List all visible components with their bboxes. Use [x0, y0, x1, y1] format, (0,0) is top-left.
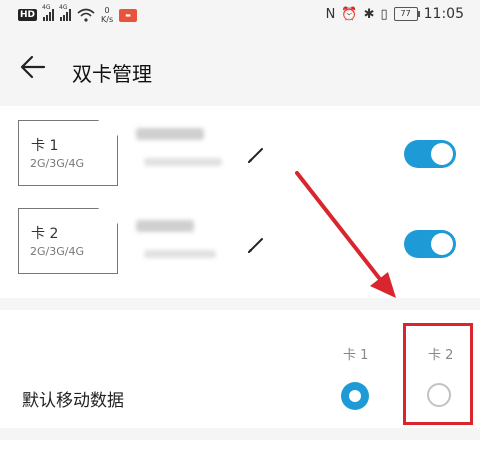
sim-network-types: 2G/3G/4G: [30, 245, 84, 258]
sim-1-toggle[interactable]: [404, 140, 456, 168]
wifi-icon: [77, 8, 95, 22]
signal-icon: 4G: [42, 4, 55, 21]
signal-icon-2: 4G: [59, 4, 72, 21]
radio-sim1-selected[interactable]: [341, 382, 369, 410]
sim-carrier-name-redacted: [136, 220, 194, 232]
sim-row-1: 卡 1 2G/3G/4G: [0, 106, 480, 202]
next-section: [0, 440, 480, 459]
sim-card-icon[interactable]: 卡 2 2G/3G/4G: [18, 208, 118, 274]
sim-name: 卡 2: [31, 226, 59, 242]
default-mobile-data-label: 默认移动数据: [22, 391, 124, 411]
annotation-highlight-box: [403, 323, 473, 425]
sim-number-redacted: [144, 158, 222, 166]
bluetooth-icon: ✱: [363, 6, 375, 22]
default-mobile-data-section: 卡 1 卡 2 默认移动数据: [0, 310, 480, 428]
sim-number-redacted: [144, 250, 216, 258]
app-notification-icon: ▬: [119, 8, 138, 22]
page-title: 双卡管理: [72, 62, 152, 86]
status-bar: HD 4G 4G 0 K/s ▬ N ⏰ ✱ ▯ 77 11:05: [0, 0, 480, 34]
sim-carrier-name-redacted: [136, 128, 204, 140]
back-arrow-icon[interactable]: [18, 52, 48, 82]
header: 双卡管理: [0, 34, 480, 106]
hd-badge: HD: [18, 9, 38, 21]
alarm-icon: ⏰: [341, 6, 358, 22]
nfc-icon: N: [325, 6, 336, 22]
battery-icon: 77: [393, 7, 420, 21]
sim-2-toggle[interactable]: [404, 230, 456, 258]
vibrate-icon: ▯: [380, 6, 388, 22]
column-label-sim1: 卡 1: [343, 348, 369, 363]
sim-network-types: 2G/3G/4G: [30, 157, 84, 170]
sim-card-list: 卡 1 2G/3G/4G 卡 2 2G/3G/4G: [0, 106, 480, 298]
edit-pencil-icon[interactable]: [245, 234, 267, 256]
sim-row-2: 卡 2 2G/3G/4G: [0, 202, 480, 298]
sim-name: 卡 1: [31, 138, 59, 154]
sim-card-icon[interactable]: 卡 1 2G/3G/4G: [18, 120, 118, 186]
edit-pencil-icon[interactable]: [245, 144, 267, 166]
clock: 11:05: [423, 6, 464, 22]
network-speed: 0 K/s: [101, 6, 114, 24]
